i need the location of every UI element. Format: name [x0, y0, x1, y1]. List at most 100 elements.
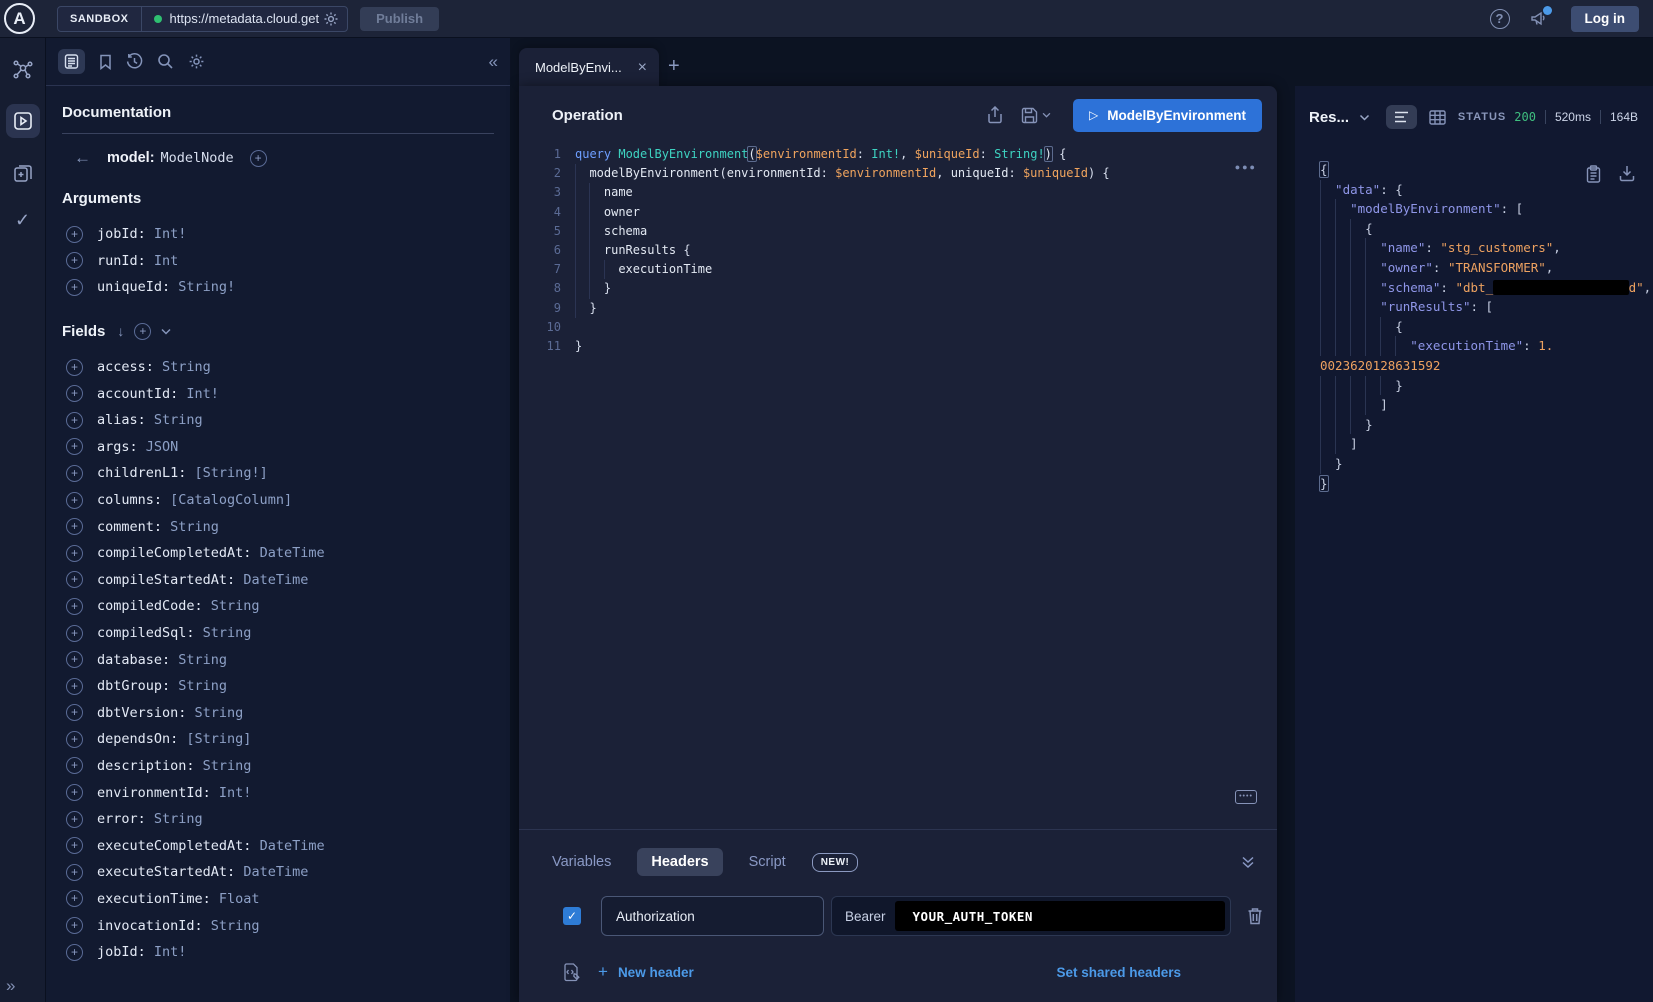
field-item-type[interactable]: Int!	[219, 785, 252, 801]
explorer-settings-gear-icon[interactable]	[188, 53, 205, 70]
field-item[interactable]: +args: JSON	[62, 434, 494, 461]
argument-item[interactable]: +jobId: Int!	[62, 221, 494, 248]
table-view-toggle-icon[interactable]	[1429, 110, 1446, 125]
add-to-query-icon[interactable]: +	[66, 598, 83, 615]
history-icon[interactable]	[126, 53, 143, 70]
add-to-query-icon[interactable]: +	[66, 492, 83, 509]
field-item[interactable]: +dependsOn: [String]	[62, 726, 494, 753]
add-to-query-icon[interactable]: +	[66, 545, 83, 562]
add-to-query-icon[interactable]: +	[66, 757, 83, 774]
field-item[interactable]: +environmentId: Int!	[62, 779, 494, 806]
endpoint-settings-gear-icon[interactable]	[323, 11, 339, 27]
add-to-query-icon[interactable]: +	[66, 625, 83, 642]
add-field-icon[interactable]: +	[250, 150, 267, 167]
add-to-query-icon[interactable]: +	[66, 917, 83, 934]
field-item-type[interactable]: [String!]	[195, 465, 268, 481]
auth-token-redacted[interactable]: YOUR_AUTH_TOKEN	[895, 901, 1225, 931]
field-item-type[interactable]: Float	[219, 891, 260, 907]
raw-view-toggle-icon[interactable]	[1386, 105, 1417, 129]
field-item-type[interactable]: String	[154, 412, 203, 428]
add-to-query-icon[interactable]: +	[66, 465, 83, 482]
publish-button[interactable]: Publish	[360, 7, 439, 31]
field-item[interactable]: +executionTime: Float	[62, 886, 494, 913]
operation-collections-icon[interactable]	[0, 162, 45, 184]
endpoint-url-input[interactable]: https://metadata.cloud.get	[170, 11, 320, 26]
field-item-type[interactable]: String	[162, 359, 211, 375]
copy-response-icon[interactable]	[1586, 165, 1601, 183]
editor-more-menu-icon[interactable]: ●●●	[1235, 162, 1257, 172]
search-icon[interactable]	[157, 53, 174, 70]
field-item[interactable]: +compileStartedAt: DateTime	[62, 567, 494, 594]
fields-chevron-icon[interactable]	[161, 328, 171, 335]
add-to-query-icon[interactable]: +	[66, 359, 83, 376]
add-to-query-icon[interactable]: +	[66, 226, 83, 243]
response-json[interactable]: {"data": {"modelByEnvironment": [{"name"…	[1320, 160, 1653, 493]
new-tab-icon[interactable]: +	[668, 55, 680, 78]
argument-item-type[interactable]: String!	[178, 279, 235, 295]
schema-graph-icon[interactable]	[0, 58, 45, 82]
tab-variables[interactable]: Variables	[552, 854, 611, 870]
field-item-type[interactable]: String	[211, 598, 260, 614]
field-item[interactable]: +invocationId: String	[62, 912, 494, 939]
argument-item-type[interactable]: Int!	[154, 226, 187, 242]
field-item[interactable]: +description: String	[62, 753, 494, 780]
tab-headers[interactable]: Headers	[637, 848, 722, 876]
add-to-query-icon[interactable]: +	[66, 864, 83, 881]
add-to-query-icon[interactable]: +	[66, 385, 83, 402]
field-item-type[interactable]: DateTime	[260, 545, 325, 561]
tab-script[interactable]: Script	[749, 854, 786, 870]
add-to-query-icon[interactable]: +	[66, 784, 83, 801]
field-item-type[interactable]: String	[195, 705, 244, 721]
add-all-fields-icon[interactable]: +	[134, 323, 151, 340]
collapse-request-panel-icon[interactable]	[1241, 856, 1255, 869]
field-item[interactable]: +database: String	[62, 646, 494, 673]
bookmark-icon[interactable]	[99, 54, 112, 70]
response-chevron-icon[interactable]	[1359, 114, 1370, 121]
field-item[interactable]: +compiledCode: String	[62, 593, 494, 620]
help-icon[interactable]: ?	[1490, 9, 1510, 29]
add-to-query-icon[interactable]: +	[66, 279, 83, 296]
header-name-input[interactable]	[601, 896, 824, 936]
announcements-megaphone-icon[interactable]	[1530, 10, 1549, 27]
sort-fields-icon[interactable]: ↓	[117, 323, 124, 339]
field-item-type[interactable]: Int!	[154, 944, 187, 960]
header-value-field[interactable]: Bearer YOUR_AUTH_TOKEN	[831, 896, 1231, 936]
field-item[interactable]: +error: String	[62, 806, 494, 833]
save-operation-control[interactable]	[1021, 107, 1051, 124]
add-to-query-icon[interactable]: +	[66, 518, 83, 535]
close-tab-icon[interactable]: ×	[638, 59, 647, 77]
add-to-query-icon[interactable]: +	[66, 651, 83, 668]
keyboard-shortcuts-icon[interactable]: ••••	[1235, 790, 1257, 804]
back-arrow-icon[interactable]: ←	[74, 148, 91, 168]
expand-rail-icon[interactable]: »	[6, 976, 13, 996]
field-item[interactable]: +compiledSql: String	[62, 620, 494, 647]
add-to-query-icon[interactable]: +	[66, 837, 83, 854]
field-item[interactable]: +jobId: Int!	[62, 939, 494, 966]
operation-tab[interactable]: ModelByEnvi... ×	[519, 48, 659, 87]
header-enabled-checkbox[interactable]: ✓	[563, 907, 581, 925]
field-item[interactable]: +alias: String	[62, 407, 494, 434]
add-to-query-icon[interactable]: +	[66, 252, 83, 269]
documentation-tab-icon[interactable]	[58, 49, 85, 74]
delete-header-icon[interactable]	[1247, 907, 1263, 925]
add-to-query-icon[interactable]: +	[66, 678, 83, 695]
download-response-icon[interactable]	[1619, 165, 1635, 183]
field-item-type[interactable]: String	[178, 652, 227, 668]
field-item-type[interactable]: DateTime	[260, 838, 325, 854]
add-to-query-icon[interactable]: +	[66, 704, 83, 721]
apollo-logo[interactable]: A	[4, 3, 35, 34]
collapse-panel-icon[interactable]: «	[489, 52, 496, 72]
field-item[interactable]: +dbtGroup: String	[62, 673, 494, 700]
field-item-type[interactable]: String	[170, 519, 219, 535]
field-item-type[interactable]: [String]	[186, 731, 251, 747]
add-to-query-icon[interactable]: +	[66, 438, 83, 455]
field-item-type[interactable]: String	[178, 678, 227, 694]
argument-item[interactable]: +uniqueId: String!	[62, 274, 494, 301]
field-item[interactable]: +executeStartedAt: DateTime	[62, 859, 494, 886]
field-item-type[interactable]: String	[203, 625, 252, 641]
edit-headers-as-text-icon[interactable]	[563, 963, 580, 982]
set-shared-headers-link[interactable]: Set shared headers	[1056, 965, 1181, 980]
argument-item-type[interactable]: Int	[154, 253, 178, 269]
field-item[interactable]: +executeCompletedAt: DateTime	[62, 832, 494, 859]
add-to-query-icon[interactable]: +	[66, 731, 83, 748]
